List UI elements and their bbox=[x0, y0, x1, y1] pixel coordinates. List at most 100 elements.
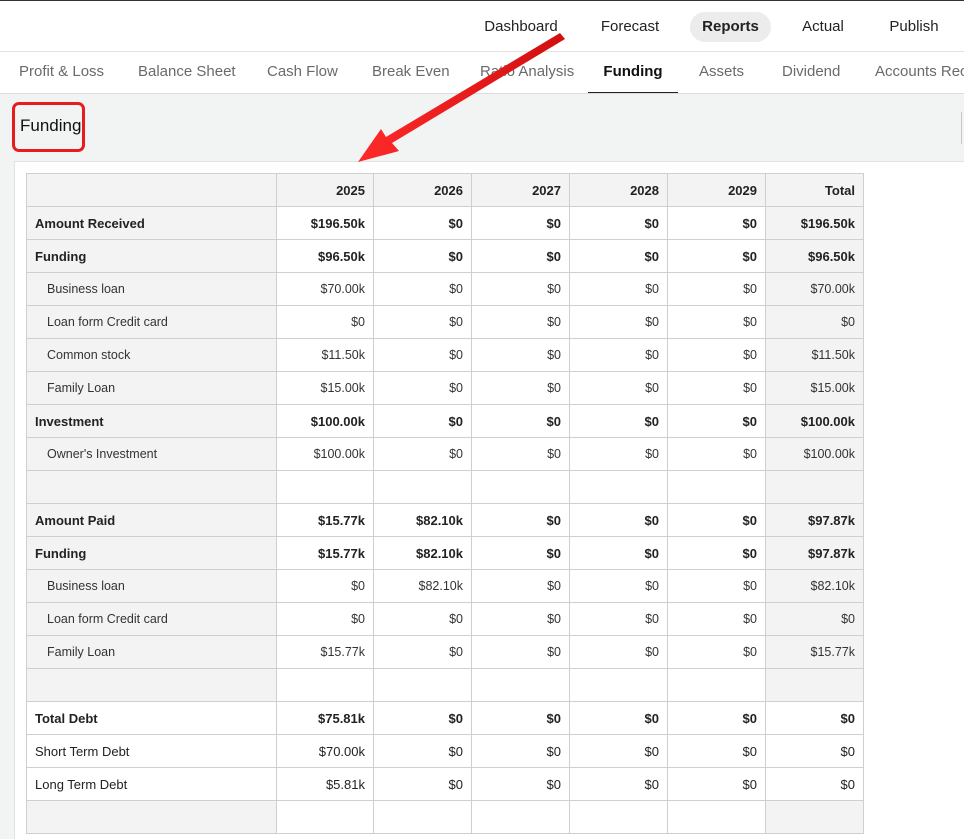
table-row: Loan form Credit card $0 $0 $0 $0 $0 $0 bbox=[26, 305, 864, 339]
cell: $15.77k bbox=[276, 635, 374, 669]
total-cell: $196.50k bbox=[765, 206, 864, 240]
total-cell: $0 bbox=[765, 701, 864, 735]
cell: $0 bbox=[569, 503, 668, 537]
nav-forecast[interactable]: Forecast bbox=[590, 12, 670, 42]
cell: $0 bbox=[569, 239, 668, 273]
row-label bbox=[26, 668, 277, 702]
cell: $0 bbox=[569, 206, 668, 240]
row-label: Funding bbox=[26, 239, 277, 273]
row-label: Common stock bbox=[26, 338, 277, 372]
row-label: Amount Paid bbox=[26, 503, 277, 537]
table-row: Long Term Debt $5.81k $0 $0 $0 $0 $0 bbox=[26, 767, 864, 801]
cell bbox=[569, 668, 668, 702]
cell: $15.77k bbox=[276, 536, 374, 570]
cell: $0 bbox=[569, 404, 668, 438]
row-label: Funding bbox=[26, 536, 277, 570]
cell bbox=[667, 800, 766, 834]
spacer-row bbox=[26, 668, 864, 702]
tab-profit-loss[interactable]: Profit & Loss bbox=[19, 52, 104, 93]
total-cell: $11.50k bbox=[765, 338, 864, 372]
tab-ratio-analysis[interactable]: Ratio Analysis bbox=[480, 52, 574, 93]
cell: $0 bbox=[667, 734, 766, 768]
row-label: Family Loan bbox=[26, 371, 277, 405]
cell: $0 bbox=[569, 635, 668, 669]
cell: $75.81k bbox=[276, 701, 374, 735]
row-label: Owner's Investment bbox=[26, 437, 277, 471]
cell bbox=[667, 668, 766, 702]
cell: $0 bbox=[569, 767, 668, 801]
cell: $100.00k bbox=[276, 437, 374, 471]
tab-assets[interactable]: Assets bbox=[699, 52, 744, 93]
cell: $0 bbox=[471, 767, 570, 801]
cell: $0 bbox=[667, 272, 766, 306]
cell: $0 bbox=[569, 338, 668, 372]
cell bbox=[471, 470, 570, 504]
nav-actual[interactable]: Actual bbox=[790, 12, 856, 42]
cell: $0 bbox=[569, 371, 668, 405]
cell: $0 bbox=[667, 569, 766, 603]
total-cell: $96.50k bbox=[765, 239, 864, 273]
row-label: Investment bbox=[26, 404, 277, 438]
cell bbox=[276, 668, 374, 702]
column-header bbox=[26, 173, 277, 207]
row-label: Long Term Debt bbox=[26, 767, 277, 801]
cell: $0 bbox=[667, 371, 766, 405]
total-cell: $15.77k bbox=[765, 635, 864, 669]
cell: $15.77k bbox=[276, 503, 374, 537]
cell: $0 bbox=[373, 239, 472, 273]
table-row: Family Loan $15.00k $0 $0 $0 $0 $15.00k bbox=[26, 371, 864, 405]
cell: $0 bbox=[569, 272, 668, 306]
table-row: Business loan $70.00k $0 $0 $0 $0 $70.00… bbox=[26, 272, 864, 306]
cell bbox=[569, 470, 668, 504]
table-row: Common stock $11.50k $0 $0 $0 $0 $11.50k bbox=[26, 338, 864, 372]
nav-reports[interactable]: Reports bbox=[690, 12, 771, 42]
total-cell bbox=[765, 668, 864, 702]
tab-balance-sheet[interactable]: Balance Sheet bbox=[138, 52, 236, 93]
cell bbox=[373, 470, 472, 504]
cell: $0 bbox=[373, 338, 472, 372]
table-header-row: 2025 2026 2027 2028 2029 Total bbox=[26, 173, 864, 207]
total-cell: $0 bbox=[765, 305, 864, 339]
cell bbox=[667, 470, 766, 504]
table-row: Short Term Debt $70.00k $0 $0 $0 $0 $0 bbox=[26, 734, 864, 768]
cell: $0 bbox=[276, 305, 374, 339]
table-row: Owner's Investment $100.00k $0 $0 $0 $0 … bbox=[26, 437, 864, 471]
cell: $0 bbox=[373, 767, 472, 801]
top-navigation: Dashboard Forecast Reports Actual Publis… bbox=[0, 0, 964, 52]
column-header: 2029 bbox=[667, 173, 766, 207]
cell: $11.50k bbox=[276, 338, 374, 372]
total-cell: $97.87k bbox=[765, 536, 864, 570]
nav-dashboard[interactable]: Dashboard bbox=[476, 12, 566, 42]
cell: $0 bbox=[667, 503, 766, 537]
tab-break-even[interactable]: Break Even bbox=[372, 52, 450, 93]
total-cell: $100.00k bbox=[765, 404, 864, 438]
cell: $0 bbox=[667, 404, 766, 438]
table-row: Loan form Credit card $0 $0 $0 $0 $0 $0 bbox=[26, 602, 864, 636]
column-header: 2025 bbox=[276, 173, 374, 207]
column-header: Total bbox=[765, 173, 864, 207]
cell: $0 bbox=[471, 437, 570, 471]
total-cell: $0 bbox=[765, 734, 864, 768]
tab-funding[interactable]: Funding bbox=[588, 52, 678, 93]
tab-cash-flow[interactable]: Cash Flow bbox=[267, 52, 338, 93]
total-cell: $0 bbox=[765, 767, 864, 801]
row-label bbox=[26, 800, 277, 834]
row-label: Family Loan bbox=[26, 635, 277, 669]
cell: $96.50k bbox=[276, 239, 374, 273]
row-label: Loan form Credit card bbox=[26, 602, 277, 636]
tab-accounts-receivable[interactable]: Accounts Rece bbox=[875, 52, 964, 93]
cell: $0 bbox=[373, 734, 472, 768]
nav-publish[interactable]: Publish bbox=[878, 12, 950, 42]
cell: $0 bbox=[667, 206, 766, 240]
cell: $0 bbox=[471, 602, 570, 636]
cell: $0 bbox=[569, 437, 668, 471]
cell: $0 bbox=[471, 635, 570, 669]
total-cell: $70.00k bbox=[765, 272, 864, 306]
row-label: Amount Received bbox=[26, 206, 277, 240]
table-row: Family Loan $15.77k $0 $0 $0 $0 $15.77k bbox=[26, 635, 864, 669]
report-tabs: Profit & Loss Balance Sheet Cash Flow Br… bbox=[0, 52, 964, 94]
cell: $0 bbox=[373, 305, 472, 339]
cell: $0 bbox=[667, 437, 766, 471]
cell bbox=[373, 668, 472, 702]
tab-dividend[interactable]: Dividend bbox=[782, 52, 840, 93]
